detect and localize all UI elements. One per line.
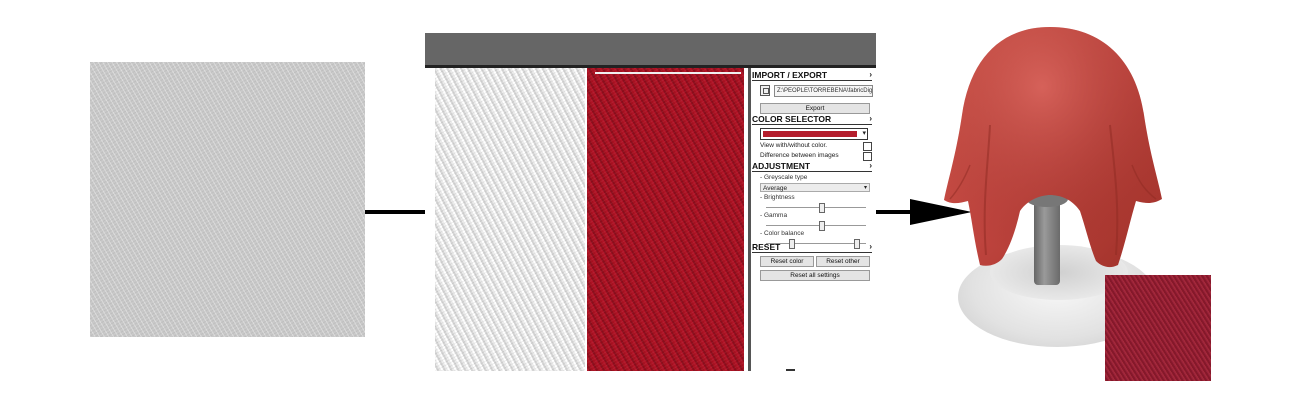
color-dropdown[interactable]: ▾ <box>760 128 868 140</box>
title-bar <box>425 33 876 65</box>
import-export-header[interactable]: IMPORT / EXPORT › <box>752 70 872 81</box>
brightness-slider-thumb[interactable] <box>819 203 825 213</box>
original-fabric-image <box>435 68 585 371</box>
chevron-down-icon: ▾ <box>863 185 867 191</box>
chevron-right-icon: › <box>869 114 872 123</box>
greyscale-type-select[interactable]: Average ▾ <box>760 183 870 192</box>
reset-other-button[interactable]: Reset other <box>816 256 870 267</box>
fabric-app-window: IMPORT / EXPORT › Z:\PEOPLE\TORREBENA\fa… <box>425 33 876 371</box>
reset-header[interactable]: RESET › <box>752 242 872 253</box>
path-row: Z:\PEOPLE\TORREBENA\fabricDigi <box>760 85 873 97</box>
cursor-mark <box>786 369 795 371</box>
reset-all-settings-button[interactable]: Reset all settings <box>760 270 870 281</box>
greyscale-type-value: Average <box>763 185 788 192</box>
reset-title: RESET <box>752 242 781 252</box>
difference-between-images-row: Difference between images <box>760 151 872 161</box>
view-with-without-color-checkbox[interactable] <box>863 142 872 151</box>
view-with-without-color-row: View with/without color. <box>760 141 872 151</box>
export-button[interactable]: Export <box>760 103 870 114</box>
image-top-line <box>595 72 741 74</box>
difference-between-images-checkbox[interactable] <box>863 152 872 161</box>
color-swatch <box>763 131 857 137</box>
gray-fabric-swatch <box>90 62 365 337</box>
color-balance-label: - Color balance <box>760 230 805 237</box>
chevron-down-icon: ▾ <box>862 130 866 137</box>
chevron-right-icon: › <box>869 161 872 170</box>
image-viewer <box>435 68 748 371</box>
path-field[interactable]: Z:\PEOPLE\TORREBENA\fabricDigi <box>774 85 873 97</box>
adjustment-title: ADJUSTMENT <box>752 161 811 171</box>
difference-between-images-label: Difference between images <box>760 152 839 159</box>
reset-color-button[interactable]: Reset color <box>760 256 814 267</box>
greyscale-type-label: - Greyscale type <box>760 174 808 181</box>
chevron-right-icon: › <box>869 70 872 79</box>
brightness-label: - Brightness <box>760 194 795 201</box>
import-export-title: IMPORT / EXPORT <box>752 70 828 80</box>
colored-fabric-image <box>587 68 744 371</box>
settings-panel: IMPORT / EXPORT › Z:\PEOPLE\TORREBENA\fa… <box>752 68 874 371</box>
color-selector-header[interactable]: COLOR SELECTOR › <box>752 114 872 125</box>
connector-line <box>365 210 427 214</box>
chevron-right-icon: › <box>869 242 872 251</box>
cloth-highlight <box>944 27 1162 268</box>
red-fabric-swatch <box>1105 275 1211 381</box>
folder-icon[interactable] <box>760 85 770 96</box>
panel-separator <box>748 68 751 371</box>
gamma-slider-thumb[interactable] <box>819 221 825 231</box>
brightness-slider[interactable] <box>766 203 866 213</box>
gamma-label: - Gamma <box>760 212 788 219</box>
view-with-without-color-label: View with/without color. <box>760 142 828 149</box>
adjustment-header[interactable]: ADJUSTMENT › <box>752 161 872 172</box>
color-selector-title: COLOR SELECTOR <box>752 114 832 124</box>
arrow-line <box>876 210 914 214</box>
gamma-slider[interactable] <box>766 221 866 231</box>
